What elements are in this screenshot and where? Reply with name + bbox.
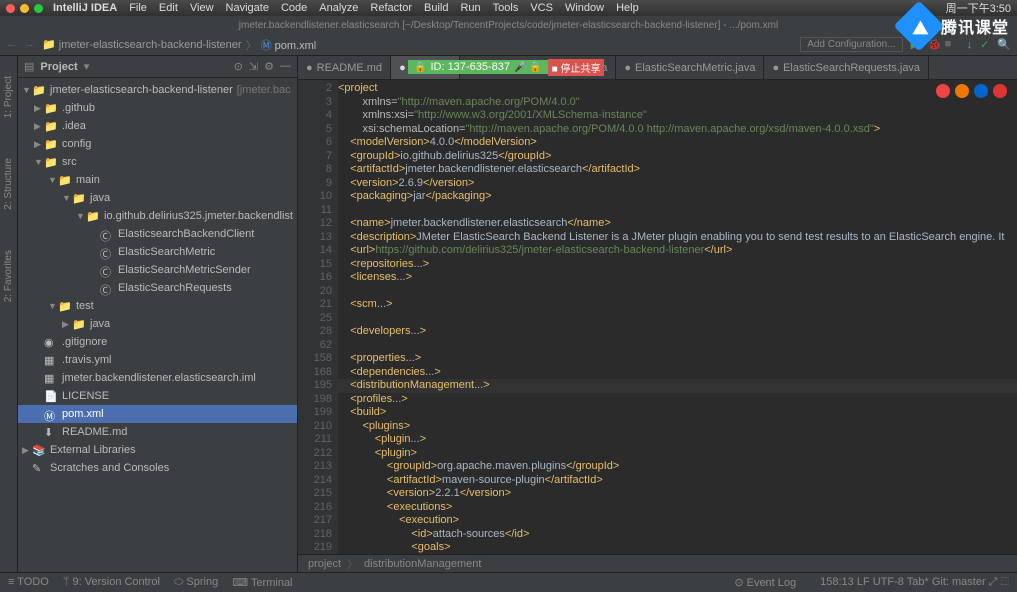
project-header: ▤ Project ▾ ⊙ ⇲ ⚙ — bbox=[18, 56, 297, 78]
tree-item[interactable]: ▼📁io.github.delirius325.jmeter.backendli… bbox=[18, 207, 297, 225]
window-title: jmeter.backendlistener.elasticsearch [~/… bbox=[0, 16, 1017, 34]
add-configuration-button[interactable]: Add Configuration... bbox=[800, 37, 902, 52]
select-opened-icon[interactable]: ⊙ bbox=[234, 60, 243, 73]
project-panel: ▤ Project ▾ ⊙ ⇲ ⚙ — ▼📁jmeter-elasticsear… bbox=[18, 56, 298, 572]
chrome-icon[interactable] bbox=[936, 84, 950, 98]
minimize-icon[interactable] bbox=[20, 4, 29, 13]
menu-view[interactable]: View bbox=[190, 2, 214, 14]
project-title: Project bbox=[40, 61, 77, 73]
breadcrumb-file[interactable]: Ⓜ pom.xml bbox=[261, 37, 317, 53]
firefox-icon[interactable] bbox=[955, 84, 969, 98]
screen-share-bar[interactable]: 🔒 ID: 137-635-837 🎤 🔒 ■ 停止共享 bbox=[408, 58, 604, 76]
tree-item[interactable]: ⬇README.md bbox=[18, 423, 297, 441]
menu-vcs[interactable]: VCS bbox=[530, 2, 553, 14]
tree-item[interactable]: ▦.travis.yml bbox=[18, 351, 297, 369]
menu-code[interactable]: Code bbox=[281, 2, 307, 14]
tree-item[interactable]: ▼📁src bbox=[18, 153, 297, 171]
mac-menubar: IntelliJ IDEA File Edit View Navigate Code Ana… bbox=[0, 0, 1017, 16]
tree-item[interactable]: ▶📁config bbox=[18, 135, 297, 153]
tree-item[interactable]: ▶📁.idea bbox=[18, 117, 297, 135]
watermark-logo bbox=[894, 1, 945, 52]
tree-item[interactable]: ▼📁test bbox=[18, 297, 297, 315]
nav-back-icon[interactable]: ← bbox=[6, 38, 20, 52]
tool-Terminal[interactable]: ⌨ Terminal bbox=[232, 576, 292, 589]
tree-item[interactable]: ▶📚External Libraries bbox=[18, 441, 297, 459]
status-bar: ≡ TODO ᛘ 9: Version Control ⬭ Spring ⌨ Term… bbox=[0, 572, 1017, 592]
watermark: 腾讯课堂 bbox=[901, 8, 1009, 44]
tree-item[interactable]: ⒸElasticSearchMetricSender bbox=[18, 261, 297, 279]
menu-intellijidea[interactable]: IntelliJ IDEA bbox=[53, 2, 117, 14]
menu-file[interactable]: File bbox=[129, 2, 147, 14]
editor-area: ●README.md●pom.xml●cSearchMetricSender.j… bbox=[298, 56, 1017, 572]
tree-item[interactable]: ⒸElasticSearchMetric bbox=[18, 243, 297, 261]
close-icon[interactable] bbox=[6, 4, 15, 13]
bc-project[interactable]: project bbox=[308, 558, 341, 570]
nav-fwd-icon[interactable]: → bbox=[24, 38, 38, 52]
bc-distributionManagement[interactable]: distributionManagement bbox=[364, 558, 481, 570]
browser-preview-icons[interactable] bbox=[936, 84, 1007, 98]
line-gutter[interactable]: 2345678910111213141516202125286215816819… bbox=[298, 80, 338, 554]
menu-navigate[interactable]: Navigate bbox=[226, 2, 269, 14]
tree-item[interactable]: ✎Scratches and Consoles bbox=[18, 459, 297, 477]
tree-item[interactable]: ▶📁.github bbox=[18, 99, 297, 117]
menu-build[interactable]: Build bbox=[424, 2, 448, 14]
opera-icon[interactable] bbox=[993, 84, 1007, 98]
menu-help[interactable]: Help bbox=[616, 2, 639, 14]
tree-item[interactable]: ▼📁main bbox=[18, 171, 297, 189]
menu-edit[interactable]: Edit bbox=[159, 2, 178, 14]
tree-item[interactable]: ▼📁java bbox=[18, 189, 297, 207]
menu-analyze[interactable]: Analyze bbox=[319, 2, 358, 14]
stop-share-button[interactable]: ■ 停止共享 bbox=[548, 59, 605, 76]
project-toggle-icon[interactable]: ▤ bbox=[24, 60, 34, 73]
left-rail: 1: Project 2: Structure 2: Favorites bbox=[0, 56, 18, 572]
menu-window[interactable]: Window bbox=[565, 2, 604, 14]
tree-item[interactable]: Ⓜpom.xml bbox=[18, 405, 297, 423]
tab-ElasticSearchMetricjava[interactable]: ●ElasticSearchMetric.java bbox=[616, 56, 764, 79]
editor-breadcrumb[interactable]: project〉distributionManagement bbox=[298, 554, 1017, 572]
share-id: 🔒 ID: 137-635-837 🎤 🔒 bbox=[408, 60, 548, 74]
menu-tools[interactable]: Tools bbox=[493, 2, 519, 14]
tool-9VersionControl[interactable]: ᛘ 9: Version Control bbox=[63, 576, 160, 589]
window-controls[interactable] bbox=[6, 4, 43, 13]
hide-icon[interactable]: — bbox=[280, 60, 291, 73]
tool-EventLog[interactable]: ⊙ Event Log bbox=[734, 576, 796, 589]
tree-item[interactable]: ◉.gitignore bbox=[18, 333, 297, 351]
zoom-icon[interactable] bbox=[34, 4, 43, 13]
menu-refactor[interactable]: Refactor bbox=[370, 2, 412, 14]
collapse-all-icon[interactable]: ⇲ bbox=[249, 60, 258, 73]
tree-item[interactable]: 📄LICENSE bbox=[18, 387, 297, 405]
breadcrumb-root[interactable]: 📁 jmeter-elasticsearch-backend-listener bbox=[42, 38, 242, 51]
rail-structure[interactable]: 2: Structure bbox=[3, 158, 14, 210]
tool-Spring[interactable]: ⬭ Spring bbox=[174, 576, 218, 589]
project-tree[interactable]: ▼📁jmeter-elasticsearch-backend-listener[… bbox=[18, 78, 297, 480]
code-editor[interactable]: <project xmlns="http://maven.apache.org/… bbox=[338, 80, 1017, 554]
tab-ElasticSearchRequestsjava[interactable]: ●ElasticSearchRequests.java bbox=[764, 56, 929, 79]
menu-run[interactable]: Run bbox=[460, 2, 480, 14]
watermark-text: 腾讯课堂 bbox=[941, 14, 1009, 38]
safari-icon[interactable] bbox=[974, 84, 988, 98]
rail-favorites[interactable]: 2: Favorites bbox=[3, 250, 14, 302]
tree-item[interactable]: ▶📁java bbox=[18, 315, 297, 333]
status-info: 158:13 LF UTF-8 Tab* Git: master ⤢ ⬚ bbox=[820, 576, 1009, 589]
tree-item[interactable]: ⒸElasticsearchBackendClient bbox=[18, 225, 297, 243]
toolbar: ← → 📁 jmeter-elasticsearch-backend-liste… bbox=[0, 34, 1017, 56]
tool-TODO[interactable]: ≡ TODO bbox=[8, 576, 49, 589]
tree-item[interactable]: ⒸElasticSearchRequests bbox=[18, 279, 297, 297]
rail-project[interactable]: 1: Project bbox=[3, 76, 14, 118]
settings-icon[interactable]: ⚙ bbox=[264, 60, 274, 73]
tree-item[interactable]: ▼📁jmeter-elasticsearch-backend-listener[… bbox=[18, 81, 297, 99]
tree-item[interactable]: ▦jmeter.backendlistener.elasticsearch.im… bbox=[18, 369, 297, 387]
editor-tabs[interactable]: ●README.md●pom.xml●cSearchMetricSender.j… bbox=[298, 56, 1017, 80]
tab-READMEmd[interactable]: ●README.md bbox=[298, 56, 391, 79]
